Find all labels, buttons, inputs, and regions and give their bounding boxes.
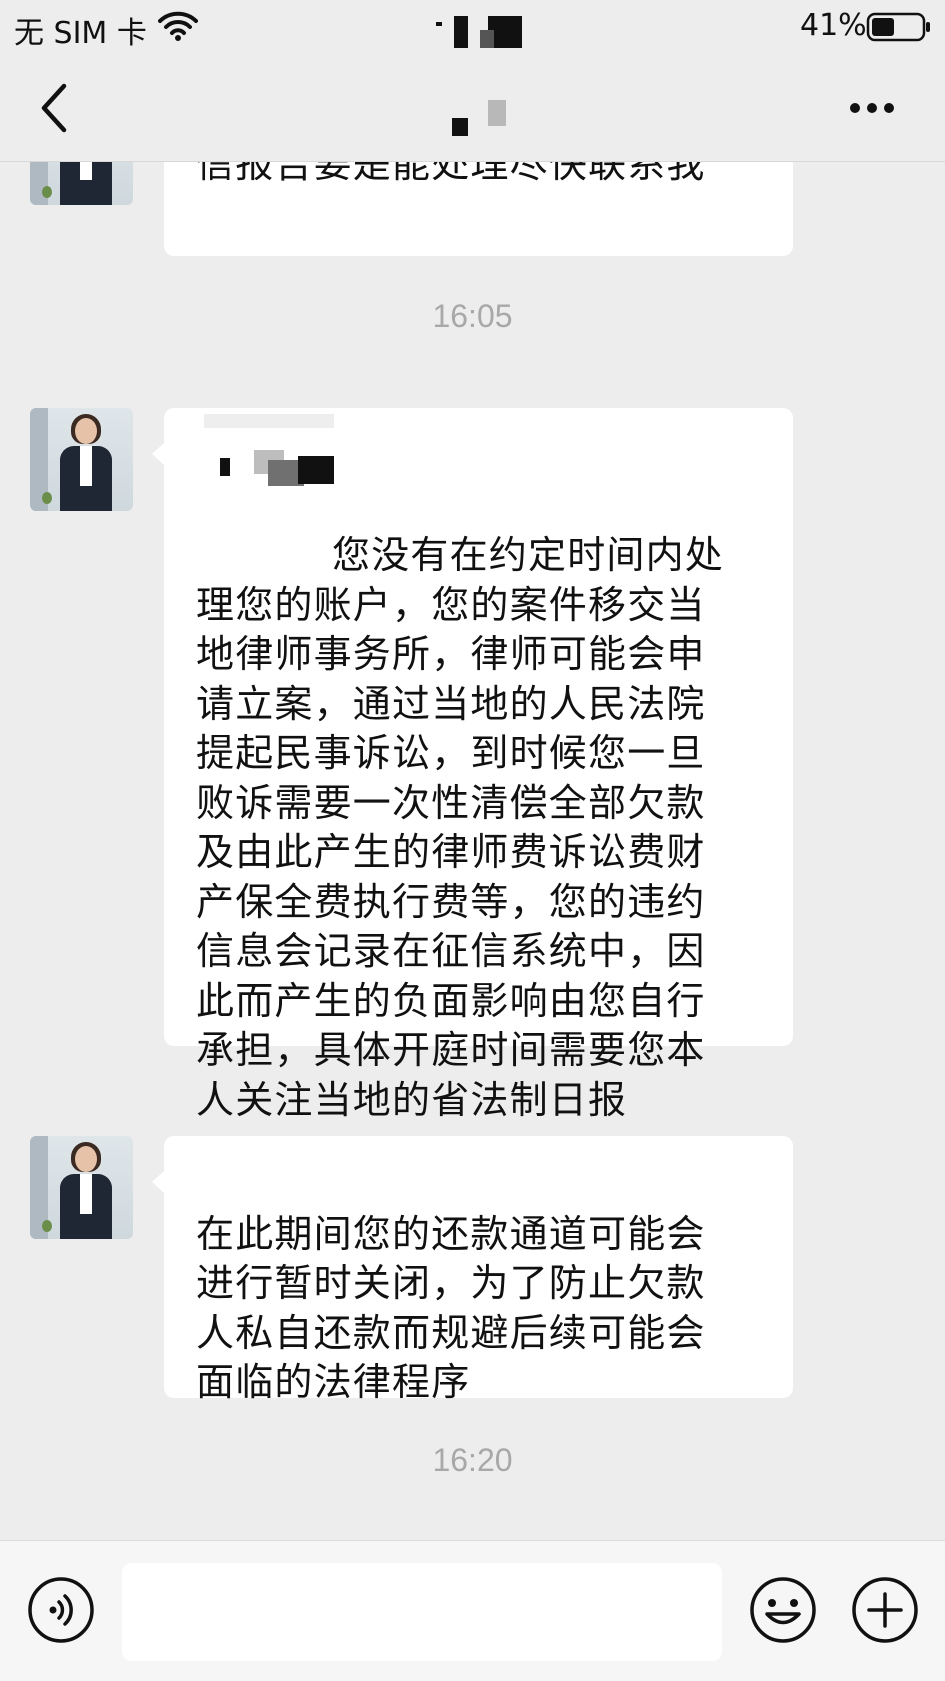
redaction-mark xyxy=(220,458,230,476)
chevron-left-icon[interactable] xyxy=(36,82,72,138)
redaction-mark xyxy=(298,456,334,484)
carrier-label: 无 SIM 卡 xyxy=(14,16,147,51)
contact-avatar[interactable] xyxy=(30,1136,133,1239)
message-input-bar xyxy=(0,1540,945,1681)
message-text: 您没有在约定时间内处 理您的账户，您的案件移交当 地律师事务所，律师可能会申 请… xyxy=(196,533,725,1122)
message-text: 信报告要是能处理尽快联系我 xyxy=(196,162,706,186)
chat-message-list[interactable]: 我先把，您回然那件准备身征 信报告要是能处理尽快联系我 16:05 您没有在约定… xyxy=(0,162,945,1540)
message-text-wrapper: 您没有在约定时间内处 理您的账户，您的案件移交当 地律师事务所，律师可能会申 请… xyxy=(196,482,763,1126)
message-bubble[interactable]: 我先把，您回然那件准备身征 信报告要是能处理尽快联系我 xyxy=(164,162,793,256)
contact-name-redacted xyxy=(452,100,512,140)
chat-header xyxy=(0,56,945,162)
message-row: 您没有在约定时间内处 理您的账户，您的案件移交当 地律师事务所，律师可能会申 请… xyxy=(0,408,945,1122)
contact-avatar[interactable] xyxy=(30,408,133,511)
message-input[interactable] xyxy=(122,1563,722,1661)
battery-percent: 41% xyxy=(800,8,867,43)
time-divider: 16:05 xyxy=(432,298,513,334)
message-text: 在此期间您的还款通道可能会 进行暂时关闭，为了防止欠款 人私自还款而规避后续可能… xyxy=(196,1211,706,1405)
contact-avatar[interactable] xyxy=(30,162,133,205)
battery-icon xyxy=(866,12,932,46)
plus-icon[interactable] xyxy=(850,1575,920,1649)
message-bubble[interactable]: 您没有在约定时间内处 理您的账户，您的案件移交当 地律师事务所，律师可能会申 请… xyxy=(164,408,793,1122)
message-bubble[interactable]: 在此期间您的还款通道可能会 进行暂时关闭，为了防止欠款 人私自还款而规避后续可能… xyxy=(164,1136,793,1404)
redaction-mark xyxy=(204,414,334,428)
time-divider: 16:20 xyxy=(432,1442,513,1478)
wifi-icon xyxy=(158,10,198,46)
more-dots-icon[interactable] xyxy=(848,100,896,119)
status-bar: 无 SIM 卡 41% xyxy=(0,0,945,56)
emoji-icon[interactable] xyxy=(748,1575,818,1649)
message-row: 我先把，您回然那件准备身征 信报告要是能处理尽快联系我 xyxy=(0,162,945,262)
message-row: 在此期间您的还款通道可能会 进行暂时关闭，为了防止欠款 人私自还款而规避后续可能… xyxy=(0,1136,945,1404)
voice-icon[interactable] xyxy=(26,1575,96,1649)
status-time-redacted xyxy=(432,16,522,50)
